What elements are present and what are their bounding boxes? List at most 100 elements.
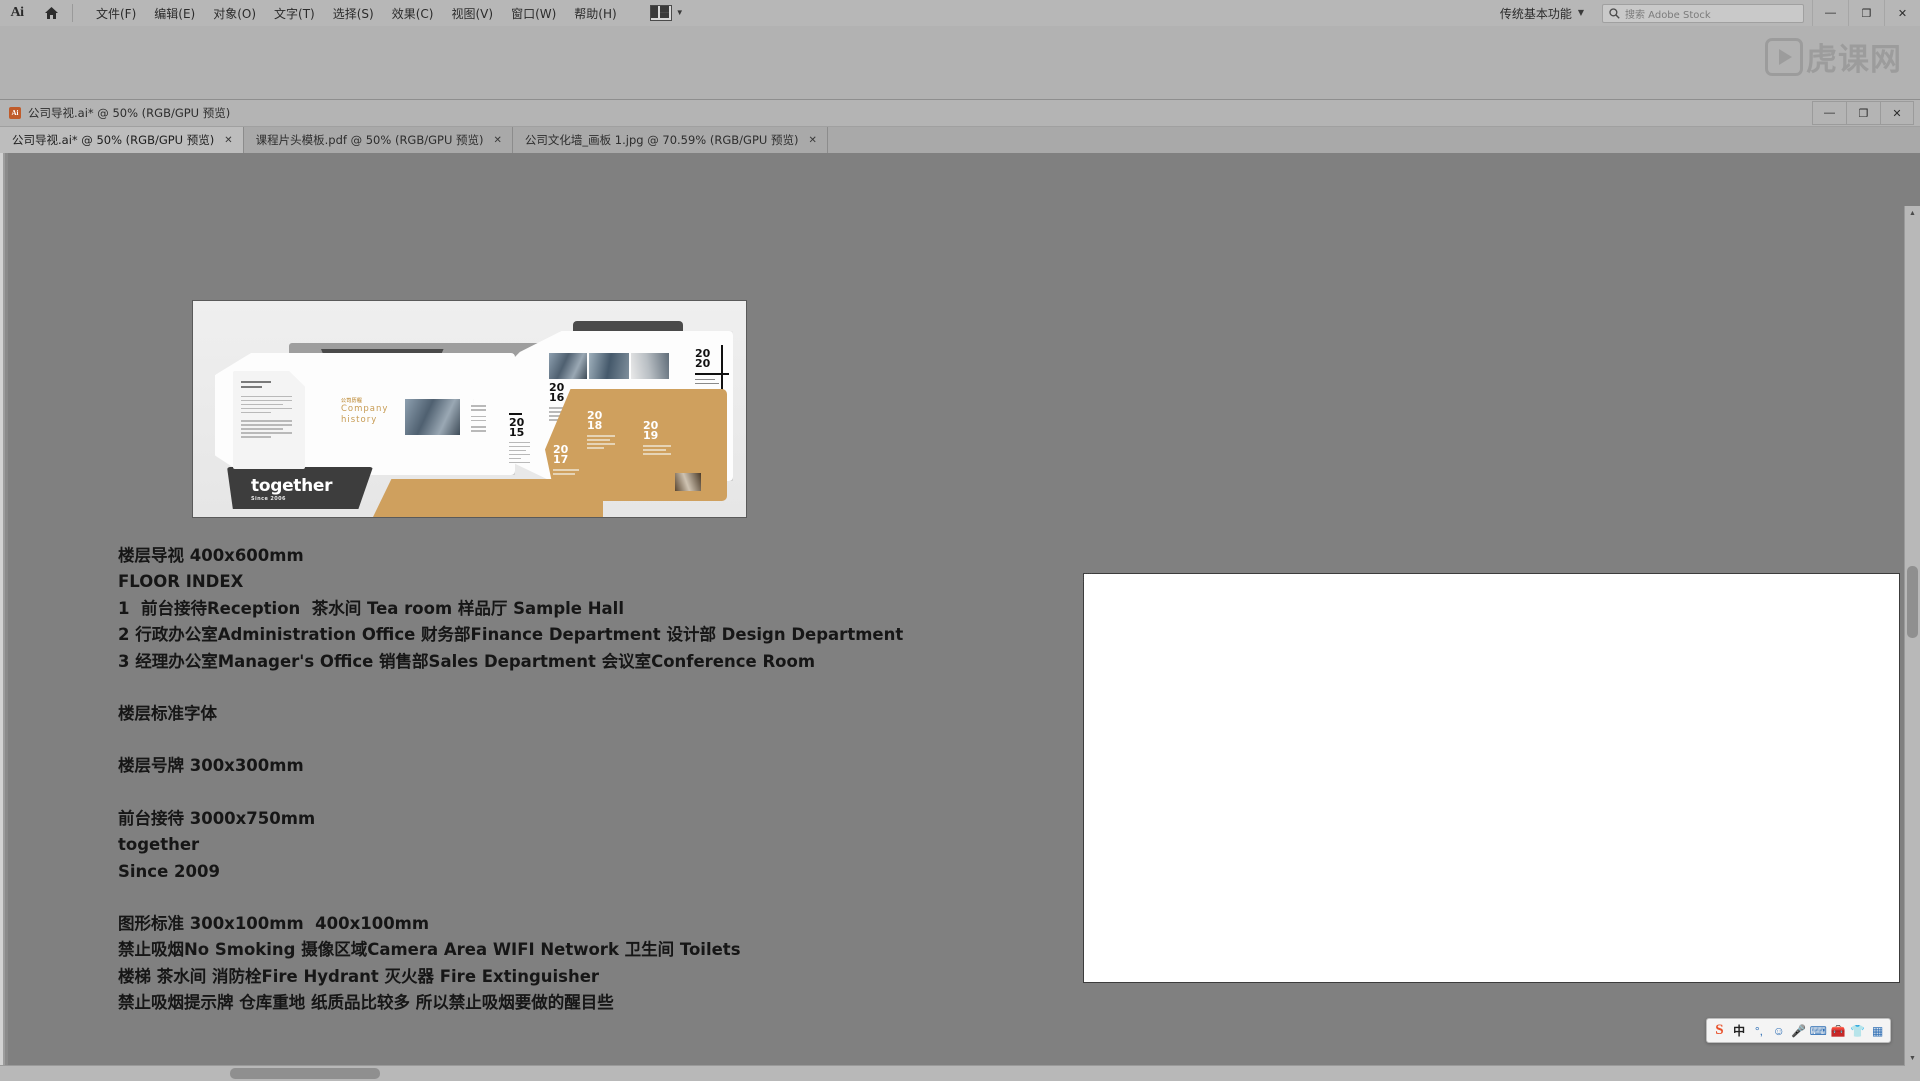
menu-item-list: 文件(F) 编辑(E) 对象(O) 文字(T) 选择(S) 效果(C) 视图(V… (87, 1, 626, 26)
arrange-documents-button[interactable]: ▼ (644, 3, 690, 23)
menu-view[interactable]: 视图(V) (442, 1, 502, 26)
menu-select[interactable]: 选择(S) (324, 1, 383, 26)
artwork-year-2018-bottom: 18 (587, 419, 603, 433)
chinese-mode-icon[interactable]: 中 (1730, 1021, 1749, 1040)
canvas-left-rail (0, 153, 8, 1081)
note-spacer (118, 885, 1118, 911)
soft-keyboard-icon[interactable]: ⌨ (1809, 1021, 1828, 1040)
microphone-icon[interactable]: 🎤 (1789, 1021, 1808, 1040)
arrange-documents-icon (649, 5, 672, 21)
horizontal-scrollbar[interactable] (0, 1065, 1905, 1081)
menu-file[interactable]: 文件(F) (87, 1, 145, 26)
document-tab-kechengpiantou[interactable]: 课程片头模板.pdf @ 50% (RGB/GPU 预览) ✕ (243, 127, 513, 153)
tab-label: 公司导视.ai* @ 50% (RGB/GPU 预览) (12, 133, 215, 147)
note-line: Since 2009 (118, 861, 220, 881)
note-line: together (118, 835, 200, 855)
note-spacer (118, 727, 1118, 753)
artwork-year-2020-bottom: 20 (695, 357, 711, 371)
play-button-icon (1765, 37, 1803, 76)
document-restore-button[interactable]: ❐ (1846, 101, 1880, 125)
chevron-down-icon: ▼ (675, 8, 684, 17)
search-input[interactable]: 搜索 Adobe Stock (1602, 3, 1804, 23)
punctuation-mode-icon[interactable]: °, (1750, 1021, 1769, 1040)
menu-type[interactable]: 文字(T) (265, 1, 324, 26)
artwork-title-en-2: history (341, 414, 378, 425)
note-line: 楼层标准字体 (118, 704, 217, 724)
artwork-title-en-1: Company (341, 404, 389, 414)
search-icon (1609, 7, 1620, 19)
artboard-canvas[interactable]: together Since 2006 公司历程 Company history… (0, 153, 1920, 1081)
close-icon[interactable]: ✕ (808, 135, 816, 146)
tab-label: 课程片头模板.pdf @ 50% (RGB/GPU 预览) (255, 133, 484, 147)
note-spacer (118, 675, 1118, 701)
watermark: 虎课网 (1765, 34, 1902, 79)
apps-icon[interactable]: ▦ (1868, 1021, 1887, 1040)
note-line: 禁止吸烟No Smoking 摄像区域Camera Area WIFI Netw… (118, 940, 741, 960)
note-line: 3 经理办公室Manager's Office 销售部Sales Departm… (118, 651, 816, 671)
note-line: 楼层号牌 300x300mm (118, 756, 304, 776)
vertical-scrollbar[interactable]: ▲ ▼ (1904, 206, 1920, 1066)
artwork-photo-meeting-1 (549, 353, 587, 379)
emoji-icon[interactable]: ☺ (1769, 1021, 1788, 1040)
close-icon[interactable]: ✕ (494, 135, 502, 146)
illustrator-document-icon: Ai (9, 107, 21, 119)
scrollbar-corner (1905, 1066, 1920, 1081)
document-close-button[interactable]: ✕ (1880, 101, 1914, 125)
watermark-text: 虎课网 (1806, 42, 1902, 78)
vertical-scrollbar-thumb[interactable] (1907, 566, 1918, 638)
sogou-input-method-bar[interactable]: S 中 °, ☺ 🎤 ⌨ 🧰 👕 ▦ (1706, 1018, 1891, 1043)
menu-edit[interactable]: 编辑(E) (145, 1, 204, 26)
menu-effect[interactable]: 效果(C) (383, 1, 443, 26)
search-placeholder: 搜索 Adobe Stock (1625, 9, 1711, 21)
artboard-corner-marker (1083, 573, 1092, 582)
chevron-down-icon: ▼ (1577, 8, 1584, 17)
document-window: Ai 公司导视.ai* @ 50% (RGB/GPU 预览) — ❐ ✕ 公司导… (0, 99, 1920, 1081)
close-icon[interactable]: ✕ (224, 135, 232, 146)
document-title-bar: Ai 公司导视.ai* @ 50% (RGB/GPU 预览) — ❐ ✕ (0, 100, 1920, 127)
app-close-button[interactable]: ✕ (1884, 0, 1920, 26)
control-panel-strip: 虎课网 (0, 26, 1920, 101)
workspace-label: 传统基本功能 (1499, 6, 1572, 21)
note-spacer (118, 780, 1118, 806)
artwork-year-2015-bottom: 15 (509, 425, 525, 439)
document-tab-bar: 公司导视.ai* @ 50% (RGB/GPU 预览) ✕ 课程片头模板.pdf… (0, 127, 1920, 154)
artwork-photo-handshake (405, 399, 460, 435)
artwork-photo-meeting-3 (631, 353, 669, 379)
scroll-up-icon[interactable]: ▲ (1905, 206, 1920, 221)
illustrator-logo-icon: Ai (10, 5, 25, 20)
artwork-photo-team (675, 473, 701, 491)
menu-object[interactable]: 对象(O) (204, 1, 265, 26)
artboard-empty-1[interactable] (1083, 573, 1900, 983)
app-minimize-button[interactable]: — (1812, 0, 1848, 26)
note-line: 前台接待 3000x750mm (118, 808, 316, 828)
document-title: 公司导视.ai* @ 50% (RGB/GPU 预览) (28, 106, 231, 120)
menu-window[interactable]: 窗口(W) (502, 1, 565, 26)
sogou-logo-icon[interactable]: S (1710, 1021, 1729, 1040)
menu-bar-right-group: 传统基本功能 ▼ 搜索 Adobe Stock — ❐ ✕ (1490, 0, 1920, 26)
menu-bar: Ai 文件(F) 编辑(E) 对象(O) 文字(T) 选择(S) 效果(C) 视… (0, 0, 1920, 27)
toolbox-icon[interactable]: 🧰 (1829, 1021, 1848, 1040)
tab-label: 公司文化墙_画板 1.jpg @ 70.59% (RGB/GPU 预览) (524, 133, 799, 147)
document-tab-gongsidaoshi[interactable]: 公司导视.ai* @ 50% (RGB/GPU 预览) ✕ (0, 127, 244, 153)
artwork-logo-since: Since 2006 (251, 496, 286, 502)
document-minimize-button[interactable]: — (1812, 101, 1846, 125)
app-restore-button[interactable]: ❐ (1848, 0, 1884, 26)
artwork-year-2019-bottom: 19 (643, 429, 659, 443)
workspace-switcher[interactable]: 传统基本功能 ▼ (1490, 5, 1594, 22)
menu-help[interactable]: 帮助(H) (565, 1, 625, 26)
menu-divider (72, 4, 73, 22)
home-icon[interactable] (34, 0, 68, 26)
artwork-photo-meeting-2 (589, 353, 629, 379)
document-tab-gongsiwenhuaqiang[interactable]: 公司文化墙_画板 1.jpg @ 70.59% (RGB/GPU 预览) ✕ (512, 127, 828, 153)
horizontal-scrollbar-thumb[interactable] (230, 1068, 380, 1079)
note-line: 图形标准 300x100mm 400x100mm (118, 914, 430, 934)
note-line: 楼梯 茶水间 消防栓Fire Hydrant 灭火器 Fire Extingui… (118, 966, 600, 986)
artwork-logo-word: together (251, 476, 333, 496)
illustrator-application-window: Ai 文件(F) 编辑(E) 对象(O) 文字(T) 选择(S) 效果(C) 视… (0, 0, 1920, 1081)
document-window-controls: — ❐ ✕ (1812, 101, 1920, 125)
company-history-wall-graphic[interactable]: together Since 2006 公司历程 Company history… (192, 300, 747, 518)
scroll-down-icon[interactable]: ▼ (1905, 1051, 1920, 1066)
note-line: 1 前台接待Reception 茶水间 Tea room 样品厅 Sample … (118, 598, 624, 618)
canvas-notes-text[interactable]: 楼层导视 400x600mm FLOOR INDEX 1 前台接待Recepti… (118, 543, 1118, 1017)
skin-icon[interactable]: 👕 (1848, 1021, 1867, 1040)
